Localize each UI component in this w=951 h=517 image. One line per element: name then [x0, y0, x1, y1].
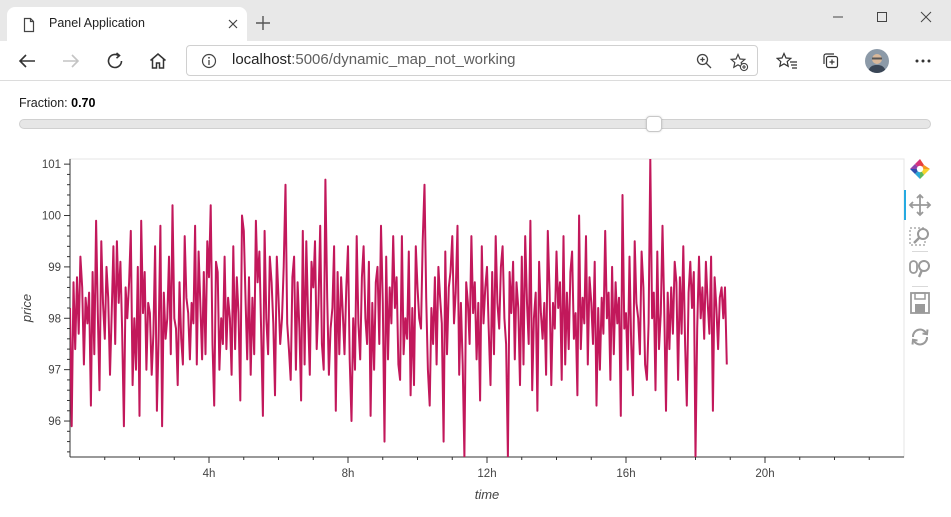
slider-label-text: Fraction: [19, 96, 68, 110]
zoom-icon[interactable] [695, 52, 713, 70]
y-axis: 96 97 98 99 100 101 [42, 159, 71, 457]
plot-toolbar [904, 155, 936, 355]
y-tick-label: 101 [42, 159, 61, 171]
url-path: :5006/dynamic_map_not_working [291, 51, 516, 68]
y-tick-label: 97 [48, 365, 61, 377]
x-tick-label: 8h [342, 468, 355, 480]
wheel-zoom-tool-icon[interactable] [908, 257, 932, 281]
x-tick-label: 12h [477, 468, 496, 480]
y-tick-label: 100 [42, 211, 61, 223]
profile-picture [865, 49, 889, 73]
reset-tool-icon[interactable] [908, 325, 932, 349]
avatar[interactable] [865, 49, 889, 73]
add-favorite-icon[interactable] [729, 52, 749, 72]
active-tool-indicator [904, 190, 906, 220]
site-info-icon[interactable] [201, 53, 217, 69]
x-axis: 4h 8h 12h 16h 20h [70, 456, 904, 480]
refresh-icon[interactable] [104, 50, 126, 72]
address-bar[interactable]: localhost:5006/dynamic_map_not_working [186, 45, 758, 76]
tab-strip: Panel Application [0, 0, 951, 42]
x-axis-label: time [475, 487, 500, 502]
slider-value-text: 0.70 [71, 96, 96, 110]
url-host: localhost [232, 51, 292, 68]
y-axis-label: price [19, 294, 34, 323]
close-tab-icon[interactable] [225, 16, 241, 32]
x-tick-label: 16h [616, 468, 635, 480]
x-tick-label: 4h [203, 468, 216, 480]
back-icon[interactable] [16, 50, 38, 72]
browser-tab[interactable]: Panel Application [7, 7, 247, 42]
collections-icon[interactable] [820, 50, 842, 72]
tool-separator [912, 286, 928, 287]
pan-tool-icon[interactable] [908, 193, 932, 217]
box-zoom-tool-icon[interactable] [908, 224, 932, 248]
fraction-slider-label: Fraction: 0.70 [19, 96, 95, 110]
browser-toolbar: localhost:5006/dynamic_map_not_working [0, 41, 951, 81]
price-time-chart[interactable]: 96 97 98 99 100 101 4h 8h 12h 16h 20h time price [0, 150, 951, 517]
tab-title: Panel Application [49, 16, 145, 30]
y-tick-label: 99 [48, 262, 61, 274]
url-text[interactable]: localhost:5006/dynamic_map_not_working [232, 51, 516, 68]
y-tick-label: 96 [48, 416, 61, 428]
new-tab-icon[interactable] [253, 13, 273, 33]
tool-separator [912, 251, 928, 252]
save-tool-icon[interactable] [908, 291, 932, 315]
maximize-icon[interactable] [860, 4, 904, 30]
favorites-icon[interactable] [776, 50, 798, 72]
fraction-slider-track[interactable] [19, 119, 931, 129]
close-window-icon[interactable] [904, 4, 948, 30]
y-tick-label: 98 [48, 313, 61, 325]
forward-icon[interactable] [60, 50, 82, 72]
page-icon [23, 17, 35, 33]
plot-area[interactable] [69, 158, 905, 458]
more-menu-icon[interactable] [912, 50, 934, 72]
fraction-slider-handle[interactable] [646, 116, 663, 132]
x-tick-label: 20h [755, 468, 774, 480]
home-icon[interactable] [147, 50, 169, 72]
minimize-icon[interactable] [816, 4, 860, 30]
bokeh-logo-icon[interactable] [908, 157, 932, 181]
